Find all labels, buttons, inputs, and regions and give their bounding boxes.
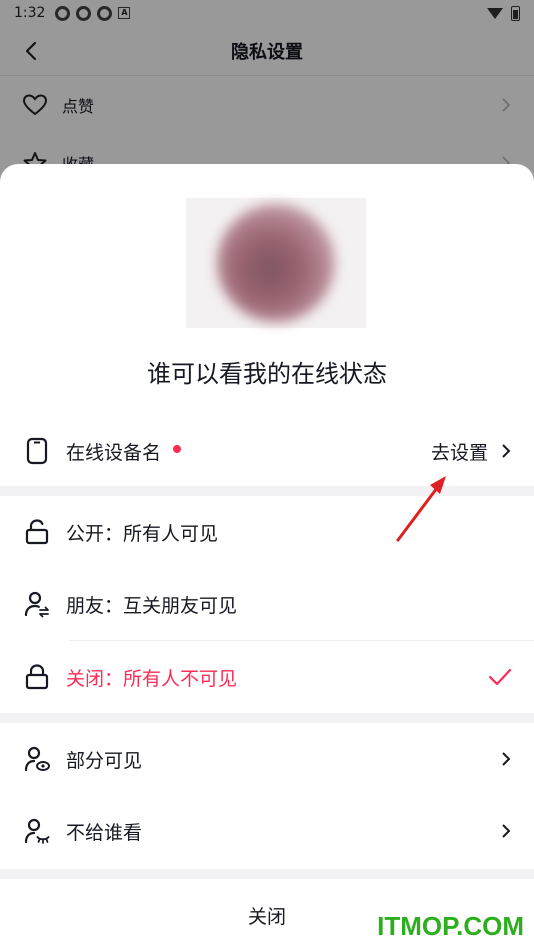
user-hidden-icon — [24, 818, 50, 844]
option-public[interactable]: 公开：所有人可见 — [0, 496, 534, 568]
avatar-container — [186, 198, 366, 328]
go-settings-link[interactable]: 去设置 — [431, 438, 488, 465]
watermark: ITMOP.COM — [377, 911, 524, 941]
chevron-right-icon — [502, 824, 511, 838]
phone-icon — [26, 437, 48, 465]
row-label: 部分可见 — [66, 749, 143, 772]
chevron-right-icon — [502, 444, 511, 458]
option-label: 公开：所有人可见 — [66, 522, 219, 545]
section-divider — [0, 486, 534, 496]
online-device-name-row[interactable]: 在线设备名 去设置 — [0, 416, 534, 486]
partially-visible-row[interactable]: 部分可见 — [0, 723, 534, 795]
avatar — [217, 204, 335, 322]
option-closed[interactable]: 关闭：所有人不可见 — [0, 641, 534, 713]
option-label: 朋友：互关朋友可见 — [66, 594, 238, 617]
chevron-right-icon — [502, 752, 511, 766]
section-divider — [0, 713, 534, 723]
checkmark-icon — [488, 668, 512, 686]
lock-icon — [25, 664, 49, 690]
hide-from-row[interactable]: 不给谁看 — [0, 795, 534, 867]
section-divider — [0, 869, 534, 879]
user-eye-icon — [24, 746, 50, 772]
option-label: 关闭：所有人不可见 — [66, 667, 238, 690]
online-status-sheet: 谁可以看我的在线状态 在线设备名 去设置 公开：所有人可见 朋友：互关朋友可见 … — [0, 164, 534, 950]
option-friends[interactable]: 朋友：互关朋友可见 — [0, 568, 534, 640]
unlock-icon — [25, 519, 49, 545]
row-label: 不给谁看 — [66, 821, 143, 844]
friends-icon — [24, 591, 49, 618]
new-indicator-dot — [173, 445, 182, 453]
device-name-label: 在线设备名 — [66, 441, 162, 464]
sheet-title: 谁可以看我的在线状态 — [147, 360, 387, 388]
